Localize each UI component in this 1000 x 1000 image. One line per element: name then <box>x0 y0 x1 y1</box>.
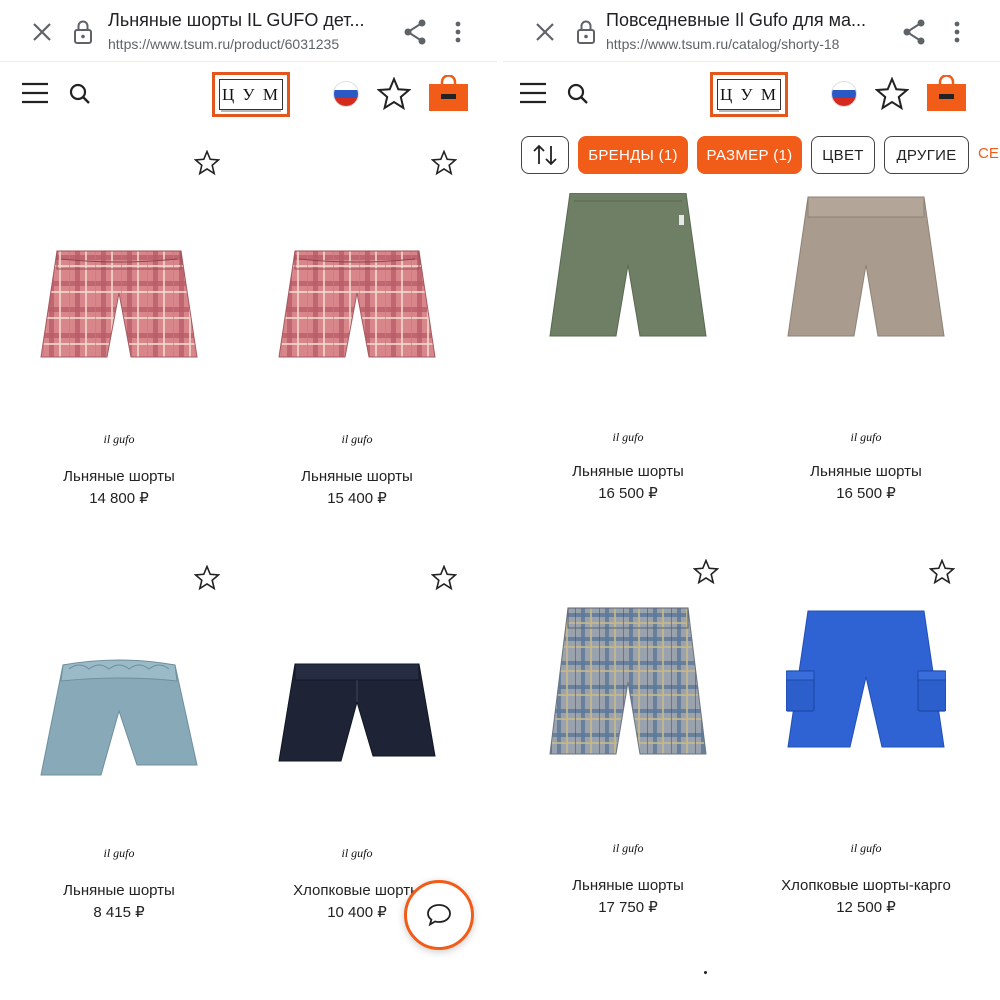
product-name[interactable]: Льняные шорты <box>747 463 985 480</box>
browser-toolbar: Повседневные Il Gufo для ма... https://w… <box>503 0 1000 62</box>
product-price: 8 415 ₽ <box>93 904 145 921</box>
grey-plaid-shorts-image <box>549 607 707 754</box>
logo-text: Ц У М <box>717 79 781 110</box>
filter-other-button[interactable]: ДРУГИЕ <box>884 136 969 174</box>
product-name[interactable]: Льняные шорты <box>238 468 476 485</box>
product-price: 15 400 ₽ <box>327 490 387 507</box>
favorite-star-icon[interactable] <box>431 150 457 176</box>
logo-subline <box>221 109 281 112</box>
shopping-bag-icon[interactable] <box>927 75 966 111</box>
product-brand: il gufo <box>341 432 373 446</box>
chat-bubble-icon <box>427 904 451 927</box>
product-image[interactable] <box>0 604 238 834</box>
product-brand: il gufo <box>850 841 882 855</box>
product-name[interactable]: Льняные шорты <box>0 468 238 485</box>
product-price: 17 750 ₽ <box>598 899 658 916</box>
close-icon[interactable] <box>533 20 557 44</box>
tsum-logo[interactable]: Ц У М <box>212 72 290 117</box>
product-brand: il gufo <box>341 846 373 860</box>
product-image[interactable] <box>747 190 985 345</box>
product-brand: il gufo <box>103 846 135 860</box>
share-icon[interactable] <box>901 18 927 46</box>
right-screen: Повседневные Il Gufo для ма... https://w… <box>503 0 1000 1000</box>
site-header: Ц У М <box>0 62 497 126</box>
filter-color-button[interactable]: ЦВЕТ <box>811 136 875 174</box>
more-vert-icon[interactable] <box>947 18 967 46</box>
site-header: Ц У М <box>503 62 1000 126</box>
tsum-logo[interactable]: Ц У М <box>710 72 788 117</box>
logo-text: Ц У М <box>219 79 283 110</box>
sort-arrows-icon <box>533 144 557 166</box>
page-title: Повседневные Il Gufo для ма... <box>606 10 866 30</box>
favorite-star-icon[interactable] <box>431 565 457 591</box>
more-vert-icon[interactable] <box>448 18 468 46</box>
search-icon[interactable] <box>566 82 590 106</box>
logo-subline <box>719 109 779 112</box>
favorites-star-icon[interactable] <box>377 77 411 111</box>
blue-cargo-shorts-image <box>786 610 946 747</box>
beige-shorts-image <box>787 196 945 336</box>
menu-icon[interactable] <box>520 82 546 104</box>
lock-icon <box>577 20 595 44</box>
green-shorts-image <box>549 192 707 336</box>
sort-button[interactable] <box>521 136 569 174</box>
product-brand: il gufo <box>103 432 135 446</box>
product-name[interactable]: Льняные шорты <box>0 882 238 899</box>
product-image[interactable] <box>509 190 747 345</box>
page-title: Льняные шорты IL GUFO дет... <box>108 10 365 30</box>
product-brand: il gufo <box>612 430 644 444</box>
favorite-star-icon[interactable] <box>693 559 719 585</box>
navy-shorts-image <box>278 663 436 761</box>
filter-brands-button[interactable]: БРЕНДЫ (1) <box>578 136 688 174</box>
product-image[interactable] <box>238 598 476 828</box>
product-price: 16 500 ₽ <box>598 485 658 502</box>
shopping-bag-icon[interactable] <box>429 75 468 111</box>
product-price: 12 500 ₽ <box>836 899 896 916</box>
page-url[interactable]: https://www.tsum.ru/catalog/shorty-18 <box>606 36 886 52</box>
favorite-star-icon[interactable] <box>194 150 220 176</box>
russia-flag-icon[interactable] <box>831 81 857 107</box>
chat-button[interactable] <box>404 880 474 950</box>
favorite-star-icon[interactable] <box>929 559 955 585</box>
share-icon[interactable] <box>402 18 428 46</box>
filter-more-button[interactable]: СЕ <box>978 145 999 162</box>
light-blue-shorts-image <box>40 659 198 775</box>
left-screen: Льняные шорты IL GUFO дет... https://www… <box>0 0 497 1000</box>
product-brand: il gufo <box>612 841 644 855</box>
close-icon[interactable] <box>30 20 54 44</box>
product-image[interactable] <box>509 601 747 761</box>
search-icon[interactable] <box>68 82 92 106</box>
pink-plaid-shorts-image <box>40 250 198 358</box>
pink-plaid-shorts-image <box>278 250 436 358</box>
page-url[interactable]: https://www.tsum.ru/product/6031235 <box>108 36 390 52</box>
scroll-dot <box>704 971 707 974</box>
product-image[interactable] <box>0 190 238 420</box>
russia-flag-icon[interactable] <box>333 81 359 107</box>
lock-icon <box>74 20 92 44</box>
filter-bar: БРЕНДЫ (1) РАЗМЕР (1) ЦВЕТ ДРУГИЕ СЕ <box>503 136 1000 176</box>
filter-size-button[interactable]: РАЗМЕР (1) <box>697 136 802 174</box>
product-brand: il gufo <box>850 430 882 444</box>
product-price: 16 500 ₽ <box>836 485 896 502</box>
product-price: 14 800 ₽ <box>89 490 149 507</box>
product-name[interactable]: Хлопковые шорты-карго <box>747 877 985 894</box>
product-image[interactable] <box>747 604 985 754</box>
favorites-star-icon[interactable] <box>875 77 909 111</box>
browser-toolbar: Льняные шорты IL GUFO дет... https://www… <box>0 0 497 62</box>
product-name[interactable]: Льняные шорты <box>509 463 747 480</box>
product-name[interactable]: Льняные шорты <box>509 877 747 894</box>
favorite-star-icon[interactable] <box>194 565 220 591</box>
menu-icon[interactable] <box>22 82 48 104</box>
product-image[interactable] <box>238 190 476 420</box>
